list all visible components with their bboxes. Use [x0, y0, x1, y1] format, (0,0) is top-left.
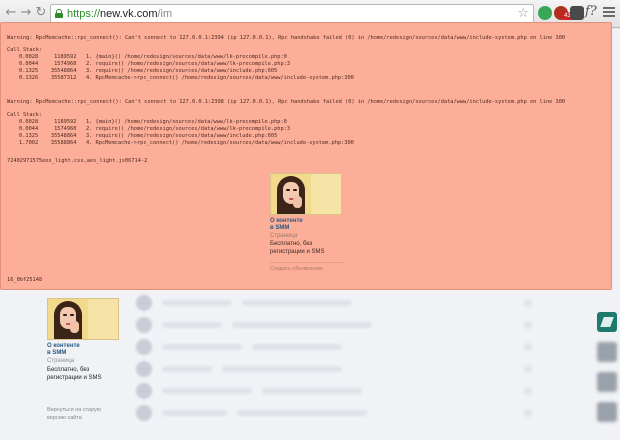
right-side-thumbnails [597, 312, 620, 432]
browser-menu-icon[interactable] [603, 7, 615, 19]
stack-line: 0.0028 1189592 1. {main}() /home/redesig… [19, 54, 287, 60]
list-item [132, 314, 602, 336]
list-item [132, 292, 602, 314]
url-path: /im [157, 8, 173, 20]
list-item [132, 402, 602, 424]
stack-line: 0.0028 1189592 1. {main}() /home/redesig… [19, 119, 287, 125]
old-version-link[interactable]: Вернуться на старую версию сайта [47, 406, 117, 422]
stack-line: 0.0044 1574960 2. require() /home/redesi… [19, 61, 291, 67]
url-host: new.vk.com [100, 8, 158, 20]
call-stack-title: Call Stack: [7, 112, 43, 118]
call-stack-title: Call Stack: [7, 47, 43, 53]
php-error-panel: Warning: RpcMemcache::rpc_connect(): Can… [0, 22, 612, 290]
stack-line: 0.1325 35548864 3. require() /home/redes… [19, 133, 278, 139]
reload-icon[interactable]: ↻ [33, 5, 49, 21]
list-item [132, 380, 602, 402]
app-logo-icon[interactable] [597, 312, 617, 332]
debug-css-line: 72402971575ees_light.css,aes_light.js067… [7, 158, 148, 164]
thumbnail[interactable] [597, 402, 617, 422]
ad-description: Бесплатно, без регистрации и SMS [47, 367, 102, 381]
url-scheme: https:// [67, 8, 101, 20]
ad-block[interactable]: О контенте в SMM Страница Бесплатно, без… [270, 173, 344, 274]
back-arrow-icon[interactable]: ← [3, 5, 19, 21]
ad-description: Бесплатно, без регистрации и SMS [270, 241, 325, 255]
ad-divider [270, 262, 344, 263]
forward-arrow-icon[interactable]: → [18, 5, 34, 21]
left-ad-block[interactable]: О контенте в SMM Страница Бесплатно, без… [47, 298, 119, 382]
fx-extension-icon[interactable]: f? [585, 4, 597, 19]
stack-line: 0.0044 1574960 2. require() /home/redesi… [19, 126, 291, 132]
ad-banner-image[interactable] [270, 173, 342, 215]
stack-line: 0.1326 35587312 4. RpcMemcache->rpc_conn… [19, 75, 354, 81]
lock-icon [55, 9, 63, 18]
address-bar[interactable]: https://new.vk.com/im ☆ [50, 4, 534, 23]
ad-title[interactable]: О контенте в SMM [47, 343, 119, 357]
stack-line: 0.1325 35548864 3. require() /home/redes… [19, 68, 278, 74]
debug-id-line: 16_0bf25148 [7, 277, 43, 283]
url-text: https://new.vk.com/im [67, 7, 172, 21]
create-ad-link[interactable]: Создать объявление [270, 265, 344, 274]
extension-green-icon[interactable] [538, 6, 552, 20]
list-item [132, 358, 602, 380]
ad-banner-image[interactable] [47, 298, 119, 340]
ad-subtitle: Страница [270, 233, 298, 239]
thumbnail[interactable] [597, 342, 617, 362]
ad-title[interactable]: О контенте в SMM [270, 218, 344, 232]
bookmark-star-icon[interactable]: ☆ [517, 6, 529, 21]
blurred-dialog-list [132, 292, 602, 440]
ad-subtitle: Страница [47, 358, 75, 364]
thumbnail[interactable] [597, 372, 617, 392]
stack-line: 1.7002 35588864 4. RpcMemcache->rpc_conn… [19, 140, 354, 146]
extension-red-icon[interactable]: 430 [554, 6, 577, 20]
error-warning: Warning: RpcMemcache::rpc_connect(): Can… [7, 35, 566, 41]
list-item [132, 336, 602, 358]
extension-gray-icon[interactable] [570, 6, 584, 20]
error-warning: Warning: RpcMemcache::rpc_connect(): Can… [7, 99, 566, 105]
